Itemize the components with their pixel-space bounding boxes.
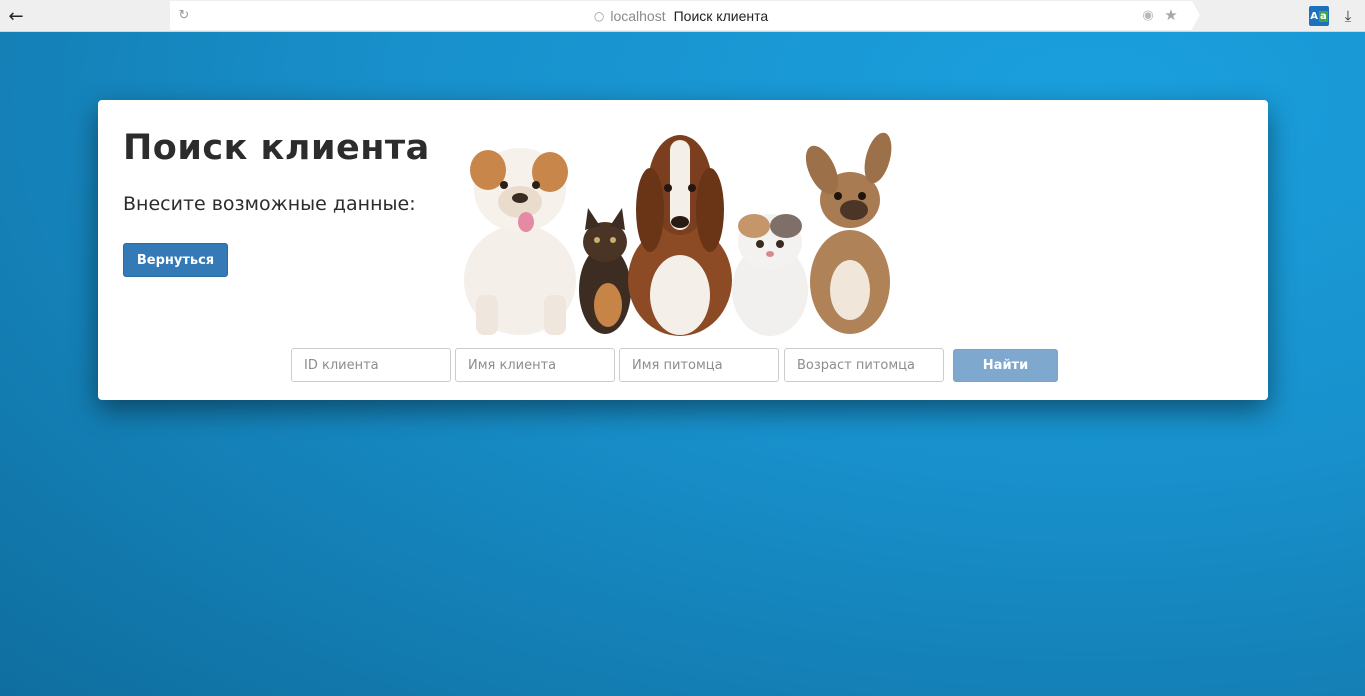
persian-cat-image [732,214,808,336]
pet-age-input[interactable] [784,348,944,382]
globe-icon: ○ [593,8,605,23]
bookmark-star-icon[interactable]: ★ [1162,6,1180,24]
find-button[interactable]: Найти [953,349,1058,382]
address-page-title: Поиск клиента [673,7,769,24]
address-bar[interactable]: ↻ ○ localhost Поиск клиента ◉ ★ [170,1,1200,30]
reload-icon[interactable]: ↻ [176,7,192,23]
download-icon[interactable]: ⤓ [1338,6,1358,26]
pets-illustration [464,132,892,336]
french-bulldog-image [805,132,892,334]
search-card: Поиск клиента Внесите возможные данные: … [98,100,1268,400]
basset-hound-image [628,135,732,336]
kitten-image [579,208,631,334]
back-arrow-icon[interactable]: ← [4,4,28,28]
address-host: localhost [610,7,666,24]
bulldog-image [464,148,576,335]
client-name-input[interactable] [455,348,615,382]
pet-name-input[interactable] [619,348,779,382]
page-title: Поиск клиента [123,128,430,168]
page-subtitle: Внесите возможные данные: [123,193,416,215]
browser-toolbar: ← ↻ ○ localhost Поиск клиента ◉ ★ Aa ⤓ [0,0,1365,32]
lightbulb-icon[interactable]: ◉ [1140,7,1156,23]
translate-icon[interactable]: Aa [1309,6,1329,26]
back-button[interactable]: Вернуться [123,243,228,277]
search-form: Найти [291,348,1071,382]
client-id-input[interactable] [291,348,451,382]
